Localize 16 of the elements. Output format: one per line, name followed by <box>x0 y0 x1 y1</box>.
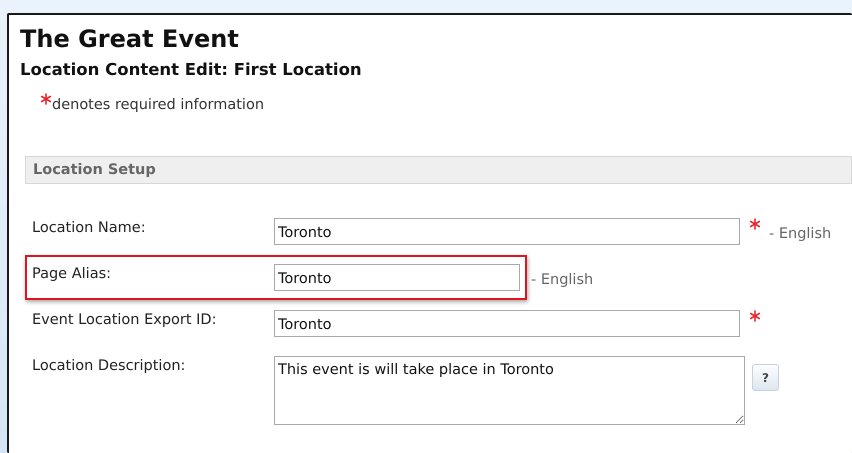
help-button[interactable]: ? <box>752 364 779 391</box>
field-label: Event Location Export ID: <box>32 311 218 328</box>
language-label: - English <box>769 225 832 242</box>
language-label: - English <box>531 271 594 288</box>
section-header: Location Setup <box>25 156 852 184</box>
field-label: Location Description: <box>32 357 186 374</box>
required-note: denotes required information <box>52 97 264 113</box>
page-title: The Great Event <box>20 25 240 53</box>
page-subtitle: Location Content Edit: First Location <box>20 60 363 79</box>
description-field[interactable]: This event is will take place in Toronto <box>274 356 745 425</box>
text-field[interactable]: Toronto <box>274 218 740 245</box>
required-icon <box>40 93 52 105</box>
text-field[interactable]: Toronto <box>274 264 520 291</box>
text-field[interactable]: Toronto <box>274 310 740 337</box>
field-label: Page Alias: <box>32 265 112 282</box>
field-label: Location Name: <box>32 219 147 236</box>
